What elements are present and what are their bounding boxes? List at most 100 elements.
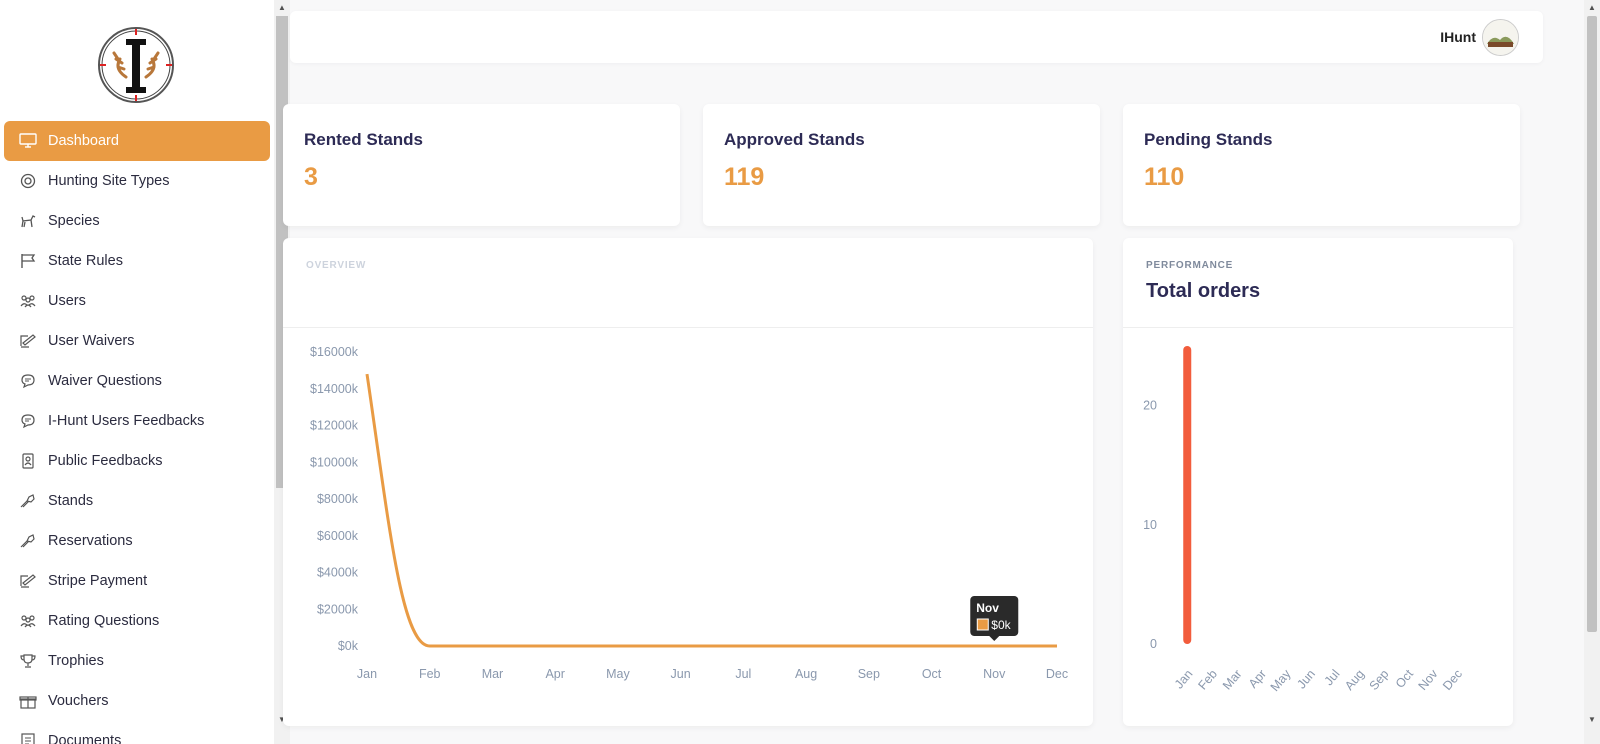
page-scroll-down-icon[interactable]: ▼	[1586, 714, 1598, 726]
sidebar-item-label: Dashboard	[48, 133, 119, 149]
sidebar-item-state-rules[interactable]: State Rules	[4, 241, 270, 281]
x-tick-label: Aug	[795, 667, 817, 681]
logo-graphic	[100, 29, 172, 101]
y-tick-label: $0k	[338, 639, 359, 653]
trophy-icon	[18, 652, 38, 670]
card-title: Rented Stands	[304, 130, 424, 149]
sidebar-item-label: Species	[48, 213, 100, 229]
x-tick-label: Oct	[1393, 667, 1417, 691]
pending-stands-card: Pending Stands 110	[1123, 104, 1520, 226]
sidebar-item-label: Users	[48, 293, 86, 309]
x-tick-label: Dec	[1046, 667, 1068, 681]
y-tick-label: $4000k	[317, 566, 359, 580]
avatar[interactable]	[1482, 19, 1519, 56]
x-tick-label: Dec	[1440, 667, 1465, 693]
sidebar-item-label: Reservations	[48, 533, 133, 549]
deer-icon	[18, 212, 38, 230]
chat-bubble-icon	[18, 372, 38, 390]
x-tick-label: Sep	[858, 667, 880, 681]
stand-icon	[18, 492, 38, 510]
y-tick-label: 0	[1150, 637, 1157, 651]
y-tick-label: $6000k	[317, 529, 359, 543]
x-tick-label: Apr	[545, 667, 564, 681]
sidebar-item-stripe-payment[interactable]: Stripe Payment	[4, 561, 270, 601]
x-tick-label: May	[606, 667, 630, 681]
x-tick-label: Sep	[1367, 667, 1392, 693]
target-icon	[18, 172, 38, 190]
sidebar-item-label: I-Hunt Users Feedbacks	[48, 413, 205, 429]
sidebar-item-label: Hunting Site Types	[48, 173, 170, 189]
scroll-up-icon[interactable]: ▲	[276, 2, 288, 14]
sidebar-item-waiver-questions[interactable]: Waiver Questions	[4, 361, 270, 401]
top-bar: IHunt	[290, 11, 1543, 63]
y-tick-label: $16000k	[310, 345, 359, 359]
users-icon	[18, 292, 38, 310]
sidebar-item-label: Trophies	[48, 653, 104, 669]
sidebar-item-stands[interactable]: Stands	[4, 481, 270, 521]
sidebar-item-label: Documents	[48, 733, 122, 744]
x-tick-label: Nov	[983, 667, 1006, 681]
sidebar-item-public-feedbacks[interactable]: Public Feedbacks	[4, 441, 270, 481]
x-tick-label: Jun	[1294, 667, 1318, 691]
avatar-image	[1483, 20, 1518, 55]
tooltip-swatch	[976, 618, 989, 631]
page-scroll-up-icon[interactable]: ▲	[1586, 2, 1598, 14]
page-scrollbar-thumb[interactable]	[1587, 16, 1597, 632]
sidebar-nav: Dashboard Hunting Site Types Species State …	[4, 121, 270, 744]
users-icon	[18, 612, 38, 630]
sidebar-item-label: State Rules	[48, 253, 123, 269]
x-tick-label: Jul	[735, 667, 751, 681]
sidebar-item-i-hunt-users-feedbacks[interactable]: I-Hunt Users Feedbacks	[4, 401, 270, 441]
card-value: 3	[304, 163, 318, 191]
contact-card-icon	[18, 452, 38, 470]
x-tick-label: Nov	[1416, 666, 1441, 693]
overview-line-chart[interactable]: $0k $2000k $4000k $6000k $8000k $10000k $12000…	[283, 238, 1093, 726]
sidebar-item-label: Public Feedbacks	[48, 453, 163, 469]
sidebar-item-hunting-site-types[interactable]: Hunting Site Types	[4, 161, 270, 201]
x-tick-label: Jan	[1172, 667, 1196, 691]
y-tick-label: $12000k	[310, 419, 359, 433]
card-value: 119	[724, 163, 765, 191]
sidebar-item-vouchers[interactable]: Vouchers	[4, 681, 270, 721]
tooltip-value: $0k	[991, 618, 1011, 632]
chat-bubble-icon	[18, 412, 38, 430]
orders-bar-chart[interactable]: 0 10 20 Jan Feb Mar AprMay Jun Jul Aug Sep Oct Nov De…	[1123, 238, 1513, 726]
sidebar-item-user-waivers[interactable]: User Waivers	[4, 321, 270, 361]
username[interactable]: IHunt	[1440, 29, 1476, 45]
chart-tooltip: Nov $0k	[970, 596, 1019, 641]
sidebar-item-reservations[interactable]: Reservations	[4, 521, 270, 561]
sidebar-item-dashboard[interactable]: Dashboard	[4, 121, 270, 161]
x-tick-label: Mar	[482, 667, 504, 681]
rented-stands-card: Rented Stands 3	[283, 104, 680, 226]
sidebar-item-documents[interactable]: Documents	[4, 721, 270, 744]
x-tick-label: May	[1268, 666, 1294, 694]
y-tick-label: $10000k	[310, 455, 359, 469]
sidebar-item-label: Stripe Payment	[48, 573, 148, 589]
sidebar-item-trophies[interactable]: Trophies	[4, 641, 270, 681]
y-tick-label: $8000k	[317, 492, 359, 506]
y-tick-label: 20	[1143, 399, 1157, 413]
x-tick-label: Mar	[1220, 667, 1245, 692]
series-line	[365, 373, 1057, 648]
sidebar-item-species[interactable]: Species	[4, 201, 270, 241]
x-tick-label: Oct	[922, 667, 942, 681]
x-tick-label: Jun	[671, 667, 691, 681]
x-tick-label: Aug	[1342, 667, 1367, 693]
overview-panel: OVERVIEW $0k $2000k $4000k $6000k $8000k $100…	[283, 238, 1093, 726]
sidebar-item-users[interactable]: Users	[4, 281, 270, 321]
x-tick-label: Jan	[357, 667, 377, 681]
bar[interactable]	[1183, 346, 1192, 644]
y-tick-label: $14000k	[310, 382, 359, 396]
sidebar-item-label: Rating Questions	[48, 613, 160, 629]
signature-icon	[18, 332, 38, 350]
x-tick-label: Jul	[1322, 667, 1343, 688]
performance-panel: PERFORMANCE Total orders 0 10 20 Jan Feb Mar A…	[1123, 238, 1513, 726]
monitor-icon	[18, 132, 38, 150]
sidebar-item-rating-questions[interactable]: Rating Questions	[4, 601, 270, 641]
sidebar-item-label: User Waivers	[48, 333, 135, 349]
stand-icon	[18, 532, 38, 550]
ihunt-logo[interactable]	[98, 27, 174, 103]
sidebar: Dashboard Hunting Site Types Species State …	[0, 0, 274, 744]
sidebar-item-label: Stands	[48, 493, 94, 509]
approved-stands-card: Approved Stands 119	[703, 104, 1100, 226]
